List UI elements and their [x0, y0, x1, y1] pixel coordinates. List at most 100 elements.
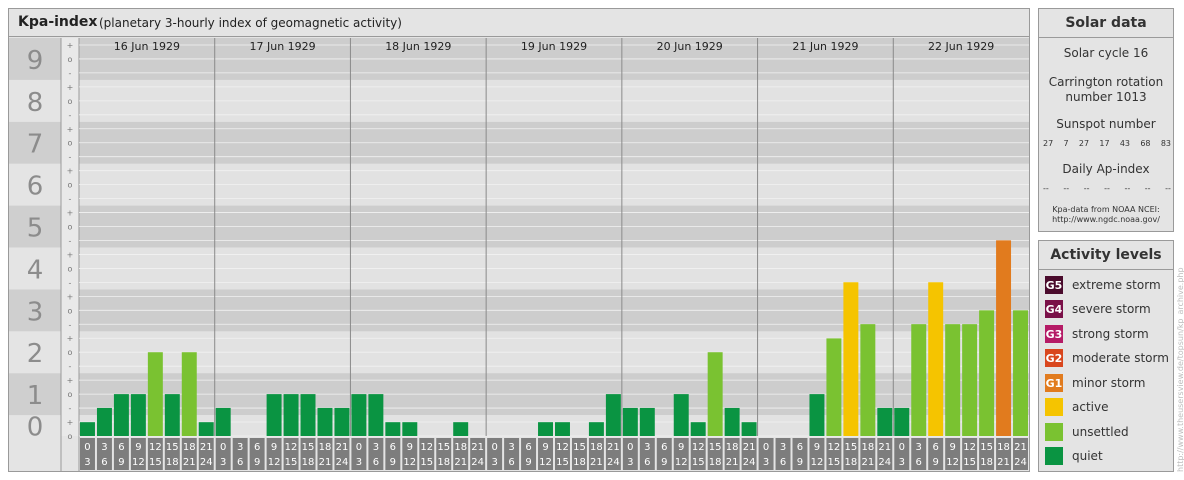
time-slot-end: 6	[373, 457, 379, 468]
kp-bar	[266, 394, 282, 436]
kp-bar	[80, 422, 95, 436]
kp-bar	[385, 422, 401, 436]
time-slot-start: 12	[692, 442, 705, 453]
time-slot-end: 12	[811, 457, 824, 468]
kp-bar	[979, 310, 995, 436]
kp-bar	[945, 324, 961, 436]
time-slot-start: 18	[997, 442, 1010, 453]
legend-strong-storm: G3 strong storm	[1045, 324, 1149, 344]
legend-label: quiet	[1072, 449, 1103, 463]
time-slot-start: 0	[763, 442, 769, 453]
time-slot-end: 21	[997, 457, 1010, 468]
kp-bar	[826, 338, 842, 436]
time-slot-start: 9	[542, 442, 548, 453]
time-slot-start: 3	[101, 442, 107, 453]
time-slot-start: 6	[118, 442, 124, 453]
time-slot-end: 21	[590, 457, 603, 468]
kp-bar	[911, 324, 927, 436]
time-slot-end: 3	[627, 457, 633, 468]
time-slot-start: 21	[607, 442, 620, 453]
legend-label: severe storm	[1072, 302, 1151, 316]
y-subtick-label: +	[67, 41, 74, 50]
y-subtick-label: +	[67, 250, 74, 259]
time-slot-start: 9	[814, 442, 820, 453]
time-slot-start: 0	[627, 442, 633, 453]
kp-bar	[368, 394, 384, 436]
kp-bar	[351, 394, 367, 436]
time-slot-end: 15	[963, 457, 976, 468]
time-slot-end: 18	[709, 457, 722, 468]
time-slot-end: 18	[845, 457, 858, 468]
y-subtick-label: o	[68, 432, 73, 441]
solar-data-panel: Solar data Solar cycle 16 Carrington rot…	[1038, 8, 1174, 232]
time-slot-end: 6	[101, 457, 107, 468]
legend-swatch-g3: G3	[1045, 325, 1063, 343]
time-slot-start: 9	[135, 442, 141, 453]
legend-swatch-g2: G2	[1045, 349, 1063, 367]
legend-swatch-g4: G4	[1045, 300, 1063, 318]
kp-bar	[809, 394, 825, 436]
time-slot-end: 6	[237, 457, 243, 468]
y-subtick-label: +	[67, 376, 74, 385]
time-slot-start: 15	[709, 442, 722, 453]
legend-active: active	[1045, 397, 1108, 417]
time-slot-end: 9	[661, 457, 667, 468]
activity-levels-title: Activity levels	[1039, 241, 1173, 270]
time-slot-start: 0	[84, 442, 90, 453]
time-slot-end: 6	[508, 457, 514, 468]
legend-minor-storm: G1 minor storm	[1045, 373, 1145, 393]
legend-label: minor storm	[1072, 376, 1146, 390]
ap-index-title: Daily Ap-index	[1062, 162, 1150, 176]
y-subtick-label: +	[67, 292, 74, 301]
legend-label: active	[1072, 400, 1109, 414]
kp-bar	[622, 407, 638, 436]
time-slot-start: 12	[149, 442, 162, 453]
time-slot-end: 3	[356, 457, 362, 468]
day-label: 22 Jun 1929	[928, 40, 994, 53]
time-slot-end: 6	[644, 457, 650, 468]
day-label: 18 Jun 1929	[385, 40, 451, 53]
day-label: 20 Jun 1929	[657, 40, 723, 53]
time-slot-start: 12	[556, 442, 569, 453]
kp-bar	[724, 407, 740, 436]
time-slot-end: 24	[1014, 457, 1027, 468]
time-slot-start: 0	[491, 442, 497, 453]
time-slot-start: 6	[797, 442, 803, 453]
y-tick-label: 6	[27, 172, 44, 202]
time-slot-end: 15	[149, 457, 162, 468]
kp-bar	[962, 324, 978, 436]
legend-swatch-quiet	[1045, 447, 1063, 465]
sunspot-value: 68	[1140, 139, 1151, 148]
time-slot-start: 6	[933, 442, 939, 453]
time-slot-start: 3	[644, 442, 650, 453]
time-slot-start: 3	[508, 442, 514, 453]
time-slot-end: 21	[183, 457, 196, 468]
time-slot-start: 15	[437, 442, 450, 453]
y-subtick-label: -	[69, 111, 72, 120]
solar-data-title: Solar data	[1039, 9, 1173, 38]
kp-bar	[198, 422, 214, 436]
legend-swatch-active	[1045, 398, 1063, 416]
ap-value: --	[1165, 184, 1171, 193]
time-slot-end: 12	[946, 457, 959, 468]
time-slot-end: 15	[692, 457, 705, 468]
kp-bar	[555, 422, 570, 436]
kp-bar	[639, 407, 655, 436]
y-subtick-label: -	[69, 236, 72, 245]
time-slot-end: 18	[573, 457, 586, 468]
legend-severe-storm: G4 severe storm	[1045, 299, 1151, 319]
y-subtick-label: +	[67, 334, 74, 343]
ap-value: --	[1144, 184, 1151, 193]
kp-bar	[707, 352, 723, 436]
y-subtick-label: -	[69, 320, 72, 329]
sunspot-value: 17	[1099, 139, 1110, 148]
y-tick-label: 3	[27, 297, 44, 327]
y-tick-label: 7	[27, 130, 44, 160]
time-slot-start: 18	[183, 442, 196, 453]
time-slot-start: 6	[254, 442, 260, 453]
sunspot-value: 27	[1043, 139, 1054, 148]
y-tick-label: 2	[27, 339, 44, 369]
y-subtick-label: +	[67, 209, 74, 218]
data-credit-link[interactable]: http://www.ngdc.noaa.gov/	[1039, 215, 1173, 225]
time-slot-start: 12	[828, 442, 841, 453]
